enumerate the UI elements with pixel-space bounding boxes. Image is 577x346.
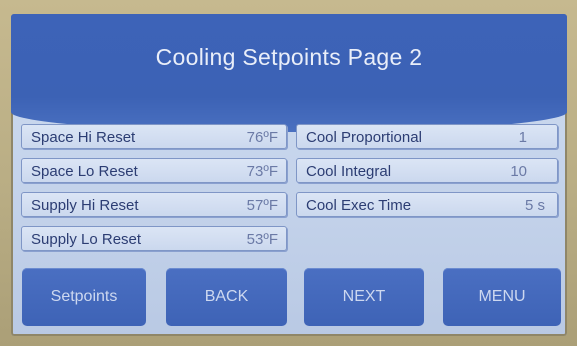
setting-value: 73ºF — [246, 163, 278, 180]
setting-label: Space Hi Reset — [31, 129, 136, 146]
setting-label: Supply Lo Reset — [31, 231, 142, 248]
setting-space-lo-reset[interactable]: Space Lo Reset 73ºF — [21, 158, 287, 183]
setting-value: 10 — [510, 163, 527, 180]
setting-supply-lo-reset[interactable]: Supply Lo Reset 53ºF — [21, 226, 287, 251]
next-button[interactable]: NEXT — [304, 268, 424, 326]
setting-cool-proportional[interactable]: Cool Proportional 1 — [296, 124, 558, 149]
setting-value: 1 — [518, 129, 527, 146]
setting-cool-exec-time[interactable]: Cool Exec Time 5 s — [296, 192, 558, 217]
setting-label: Supply Hi Reset — [31, 197, 139, 214]
setting-label: Cool Proportional — [306, 129, 422, 146]
header-banner: Cooling Setpoints Page 2 — [11, 14, 567, 132]
setting-cool-integral[interactable]: Cool Integral 10 — [296, 158, 558, 183]
setpoints-button[interactable]: Setpoints — [22, 268, 146, 326]
setting-supply-hi-reset[interactable]: Supply Hi Reset 57ºF — [21, 192, 287, 217]
page-title: Cooling Setpoints Page 2 — [155, 44, 423, 70]
setting-value: 53ºF — [246, 231, 278, 248]
touch-screen: Cooling Setpoints Page 2 Space Hi Reset … — [11, 14, 567, 336]
setting-label: Cool Exec Time — [306, 197, 412, 214]
setting-value: 57ºF — [246, 197, 278, 214]
menu-button[interactable]: MENU — [443, 268, 561, 326]
setting-space-hi-reset[interactable]: Space Hi Reset 76ºF — [21, 124, 287, 149]
back-button[interactable]: BACK — [166, 268, 287, 326]
setting-label: Space Lo Reset — [31, 163, 138, 180]
setting-value: 76ºF — [246, 129, 278, 146]
setting-value: 5 s — [524, 197, 545, 214]
setting-label: Cool Integral — [306, 163, 392, 180]
